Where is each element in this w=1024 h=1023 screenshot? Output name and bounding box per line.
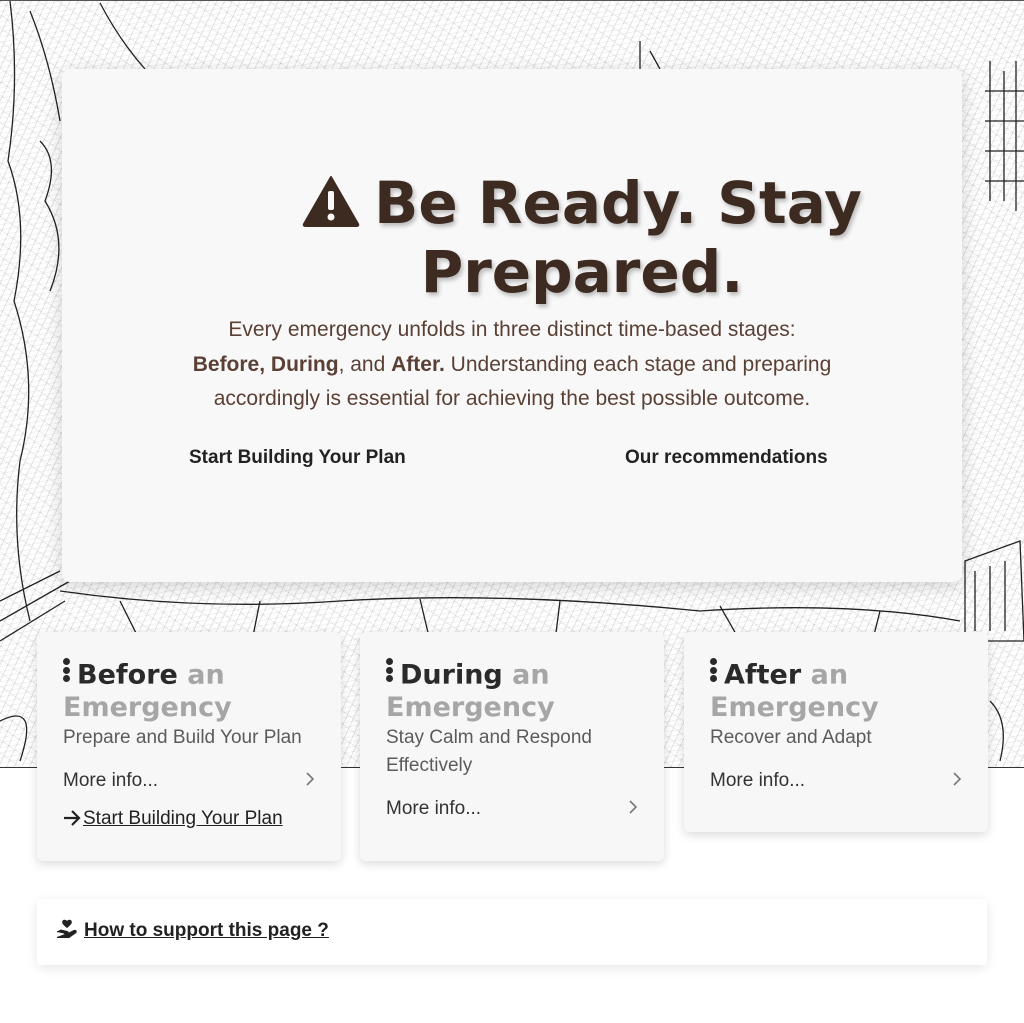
stage-title: After an Emergency bbox=[710, 658, 962, 724]
stage-subtitle: Prepare and Build Your Plan bbox=[63, 726, 302, 748]
stage-title-main: After bbox=[724, 659, 802, 691]
stage-title: Before an Emergency bbox=[63, 658, 315, 724]
stage-subtitle: Stay Calm and Respond Effectively bbox=[386, 726, 592, 776]
more-info-link[interactable]: More info... bbox=[386, 794, 638, 824]
vertical-dots-icon bbox=[63, 658, 71, 684]
start-link-label: Start Building Your Plan bbox=[83, 807, 283, 829]
vertical-dots-icon bbox=[710, 658, 718, 684]
stage-before-label: Before, bbox=[192, 352, 266, 376]
stage-title-main: During bbox=[400, 659, 503, 691]
hero-title: Be Ready. Stay Prepared. bbox=[232, 171, 932, 305]
more-info-link[interactable]: More info... bbox=[710, 766, 962, 796]
stage-after-label: After. bbox=[391, 352, 445, 376]
stage-subtitle: Recover and Adapt bbox=[710, 726, 872, 748]
more-info-label: More info... bbox=[710, 769, 806, 791]
arrow-right-icon bbox=[63, 809, 81, 832]
hero-card: Be Ready. Stay Prepared. Every emergency… bbox=[62, 69, 962, 582]
our-recommendations-button[interactable]: Our recommendations bbox=[625, 447, 828, 469]
stage-card-after: After an Emergency Recover and Adapt Mor… bbox=[684, 632, 988, 832]
support-page-link[interactable]: How to support this page ? bbox=[56, 919, 329, 945]
stage-title-main: Before bbox=[77, 659, 178, 691]
stage-card-before: Before an Emergency Prepare and Build Yo… bbox=[37, 632, 341, 861]
support-bar: How to support this page ? bbox=[37, 899, 987, 965]
stage-card-during: During an Emergency Stay Calm and Respon… bbox=[360, 632, 664, 861]
description-line: Every emergency unfolds in three distinc… bbox=[228, 318, 796, 341]
start-building-plan-button[interactable]: Start Building Your Plan bbox=[189, 447, 406, 469]
warning-triangle-icon bbox=[302, 175, 360, 240]
stage-title: During an Emergency bbox=[386, 658, 638, 724]
and-text: , and bbox=[338, 352, 386, 376]
more-info-label: More info... bbox=[63, 769, 159, 791]
page: Be Ready. Stay Prepared. Every emergency… bbox=[0, 0, 1024, 1023]
hero-title-text: Be Ready. Stay Prepared. bbox=[374, 169, 862, 306]
support-label: How to support this page ? bbox=[84, 920, 329, 941]
chevron-right-icon bbox=[305, 766, 315, 796]
stage-during-label: During bbox=[270, 352, 339, 376]
vertical-dots-icon bbox=[386, 658, 394, 684]
start-building-plan-link[interactable]: Start Building Your Plan bbox=[63, 808, 283, 832]
chevron-right-icon bbox=[628, 794, 638, 824]
more-info-label: More info... bbox=[386, 797, 482, 819]
more-info-link[interactable]: More info... bbox=[63, 766, 315, 796]
hand-holding-heart-icon bbox=[56, 919, 78, 945]
chevron-right-icon bbox=[952, 766, 962, 796]
hero-description: Every emergency unfolds in three distinc… bbox=[152, 313, 872, 417]
